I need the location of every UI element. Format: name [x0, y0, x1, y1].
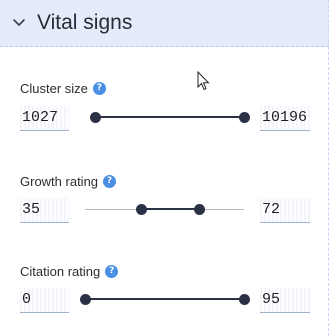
cluster-size-range-slider[interactable]	[89, 108, 250, 128]
growth-rating-max-input[interactable]: 72	[260, 198, 310, 223]
cluster-size-min-input[interactable]: 1027	[20, 106, 69, 131]
cluster-size-max-input[interactable]: 10196	[260, 106, 310, 131]
slider-min-handle[interactable]	[135, 204, 147, 215]
help-icon[interactable]: ?	[105, 264, 119, 278]
growth-rating-label: Growth rating	[20, 173, 99, 189]
growth-rating-min-input[interactable]: 35	[20, 198, 69, 223]
citation-rating-range-slider[interactable]	[80, 290, 250, 310]
slider-max-handle[interactable]	[194, 204, 206, 215]
slider-active-range	[94, 116, 244, 118]
slider-max-handle[interactable]	[239, 294, 250, 305]
citation-rating-label-row: Citation rating ?	[20, 262, 119, 280]
mouse-cursor-icon	[197, 71, 210, 91]
growth-rating-range-slider[interactable]	[85, 200, 244, 220]
slider-min-handle[interactable]	[89, 112, 101, 123]
vital-signs-panel: Vital signs Cluster size ? 1027 10196 Gr…	[0, 0, 330, 336]
help-icon[interactable]: ?	[103, 174, 117, 188]
help-icon[interactable]: ?	[92, 81, 106, 95]
citation-rating-min-input[interactable]: 0	[20, 288, 69, 313]
cluster-size-label-row: Cluster size ?	[20, 79, 106, 97]
slider-min-handle[interactable]	[80, 294, 91, 305]
slider-active-range	[85, 298, 244, 300]
slider-max-handle[interactable]	[239, 112, 250, 123]
slider-active-range	[140, 208, 200, 210]
section-header[interactable]: Vital signs	[0, 0, 329, 47]
cluster-size-label: Cluster size	[20, 80, 88, 96]
growth-rating-label-row: Growth rating ?	[20, 172, 117, 190]
citation-rating-label: Citation rating	[20, 263, 101, 279]
chevron-down-icon[interactable]	[11, 15, 27, 31]
citation-rating-max-input[interactable]: 95	[260, 288, 310, 313]
section-title: Vital signs	[37, 11, 133, 34]
